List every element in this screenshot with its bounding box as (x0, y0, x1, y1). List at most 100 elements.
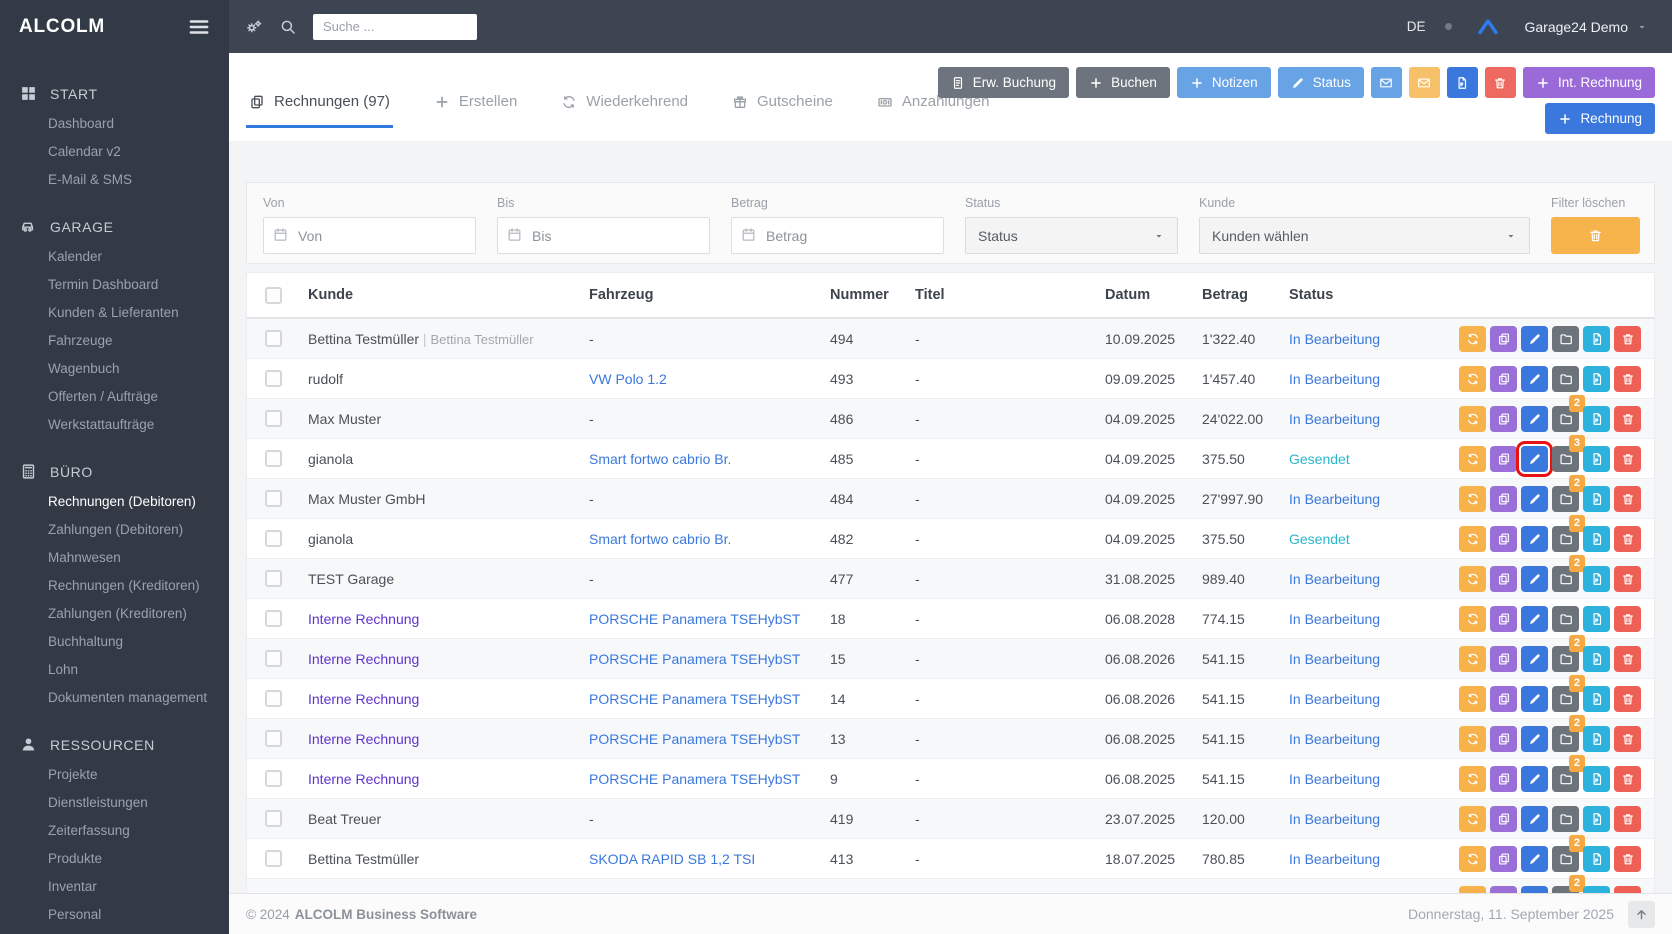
copy-button[interactable] (1490, 686, 1517, 712)
sidebar-item-calendar-v2[interactable]: Calendar v2 (0, 138, 229, 166)
row-checkbox[interactable] (265, 850, 282, 867)
scroll-top-button[interactable] (1628, 901, 1655, 928)
kunde-select[interactable]: Kunden wählen (1199, 217, 1530, 254)
documents-button[interactable] (1552, 326, 1579, 352)
copy-button[interactable] (1490, 526, 1517, 552)
delete-button[interactable] (1614, 606, 1641, 632)
delete-button[interactable] (1614, 526, 1641, 552)
von-date-input[interactable] (263, 217, 476, 254)
pdf-button[interactable] (1583, 846, 1610, 872)
delete-button[interactable] (1614, 806, 1641, 832)
delete-button[interactable] (1614, 566, 1641, 592)
sidebar-item-personal[interactable]: Personal (0, 901, 229, 929)
cell-status[interactable]: Gesendet (1289, 531, 1429, 547)
cell-status[interactable]: In Bearbeitung (1289, 371, 1429, 387)
pdf-button[interactable] (1583, 566, 1610, 592)
pdf-button[interactable] (1583, 686, 1610, 712)
copy-button[interactable] (1490, 846, 1517, 872)
edit-button[interactable] (1521, 806, 1548, 832)
delete-button[interactable] (1614, 486, 1641, 512)
edit-button[interactable] (1521, 846, 1548, 872)
bis-date-input[interactable] (497, 217, 710, 254)
delete-button[interactable] (1614, 846, 1641, 872)
refresh-button[interactable] (1459, 526, 1486, 552)
pdf-button[interactable] (1583, 406, 1610, 432)
cell-status[interactable]: Gesendet (1289, 451, 1429, 467)
pdf-export-button[interactable] (1447, 67, 1478, 98)
mail-button[interactable] (1371, 67, 1402, 98)
cell-fahrzeug[interactable]: Smart fortwo cabrio Br. (589, 531, 830, 547)
documents-button[interactable] (1552, 806, 1579, 832)
refresh-button[interactable] (1459, 726, 1486, 752)
tab-rechnungen-97[interactable]: Rechnungen (97) (246, 93, 393, 128)
documents-button[interactable]: 2 (1552, 646, 1579, 672)
search-icon[interactable] (279, 18, 297, 36)
refresh-button[interactable] (1459, 446, 1486, 472)
documents-button[interactable]: 2 (1552, 406, 1579, 432)
menu-icon[interactable] (188, 16, 210, 38)
sidebar-section-header-ressourcen[interactable]: RESSOURCEN (0, 728, 229, 761)
cell-status[interactable]: In Bearbeitung (1289, 731, 1429, 747)
settings-cogs-icon[interactable] (245, 18, 263, 36)
cell-status[interactable]: In Bearbeitung (1289, 691, 1429, 707)
cell-status[interactable]: In Bearbeitung (1289, 611, 1429, 627)
edit-button[interactable] (1521, 486, 1548, 512)
pdf-button[interactable] (1583, 486, 1610, 512)
refresh-button[interactable] (1459, 406, 1486, 432)
sidebar-item-fahrzeuge[interactable]: Fahrzeuge (0, 327, 229, 355)
sidebar-item-dashboard[interactable]: Dashboard (0, 110, 229, 138)
sidebar-item-lohn[interactable]: Lohn (0, 656, 229, 684)
edit-button[interactable] (1521, 726, 1548, 752)
row-checkbox[interactable] (265, 610, 282, 627)
delete-button[interactable] (1614, 646, 1641, 672)
edit-button-highlighted[interactable] (1521, 446, 1548, 472)
edit-button[interactable] (1521, 646, 1548, 672)
copy-button[interactable] (1490, 766, 1517, 792)
pdf-button[interactable] (1583, 326, 1610, 352)
refresh-button[interactable] (1459, 566, 1486, 592)
copy-button[interactable] (1490, 486, 1517, 512)
copy-button[interactable] (1490, 446, 1517, 472)
row-checkbox[interactable] (265, 730, 282, 747)
documents-button[interactable]: 2 (1552, 486, 1579, 512)
row-checkbox[interactable] (265, 770, 282, 787)
cell-status[interactable]: In Bearbeitung (1289, 651, 1429, 667)
edit-button[interactable] (1521, 606, 1548, 632)
refresh-button[interactable] (1459, 326, 1486, 352)
sidebar-item-zahlungen-kreditoren[interactable]: Zahlungen (Kreditoren) (0, 600, 229, 628)
cell-status[interactable]: In Bearbeitung (1289, 571, 1429, 587)
sidebar-item-e-mail-sms[interactable]: E-Mail & SMS (0, 166, 229, 194)
copy-button[interactable] (1490, 726, 1517, 752)
documents-button[interactable]: 2 (1552, 766, 1579, 792)
sidebar-item-kunden-lieferanten[interactable]: Kunden & Lieferanten (0, 299, 229, 327)
refresh-button[interactable] (1459, 686, 1486, 712)
refresh-button[interactable] (1459, 646, 1486, 672)
clear-filters-button[interactable] (1551, 217, 1640, 254)
pdf-button[interactable] (1583, 526, 1610, 552)
row-checkbox[interactable] (265, 810, 282, 827)
row-checkbox[interactable] (265, 650, 282, 667)
tab-erstellen[interactable]: Erstellen (431, 93, 520, 128)
row-checkbox[interactable] (265, 490, 282, 507)
pdf-button[interactable] (1583, 446, 1610, 472)
copy-button[interactable] (1490, 606, 1517, 632)
edit-button[interactable] (1521, 686, 1548, 712)
delete-button[interactable] (1614, 406, 1641, 432)
edit-button[interactable] (1521, 566, 1548, 592)
status-select[interactable]: Status (965, 217, 1178, 254)
copy-button[interactable] (1490, 566, 1517, 592)
sidebar-item-inventar[interactable]: Inventar (0, 873, 229, 901)
sidebar-item-buchhaltung[interactable]: Buchhaltung (0, 628, 229, 656)
refresh-button[interactable] (1459, 846, 1486, 872)
sidebar-item-rechnungen-debitoren[interactable]: Rechnungen (Debitoren) (0, 488, 229, 516)
copy-button[interactable] (1490, 806, 1517, 832)
edit-button[interactable] (1521, 406, 1548, 432)
cell-status[interactable]: In Bearbeitung (1289, 771, 1429, 787)
sidebar-item-zahlungen-debitoren[interactable]: Zahlungen (Debitoren) (0, 516, 229, 544)
row-checkbox[interactable] (265, 450, 282, 467)
status-button[interactable]: Status (1278, 67, 1364, 98)
cell-status[interactable]: In Bearbeitung (1289, 411, 1429, 427)
copy-button[interactable] (1490, 646, 1517, 672)
delete-button[interactable] (1614, 446, 1641, 472)
cell-fahrzeug[interactable]: PORSCHE Panamera TSEHybST (589, 691, 830, 707)
